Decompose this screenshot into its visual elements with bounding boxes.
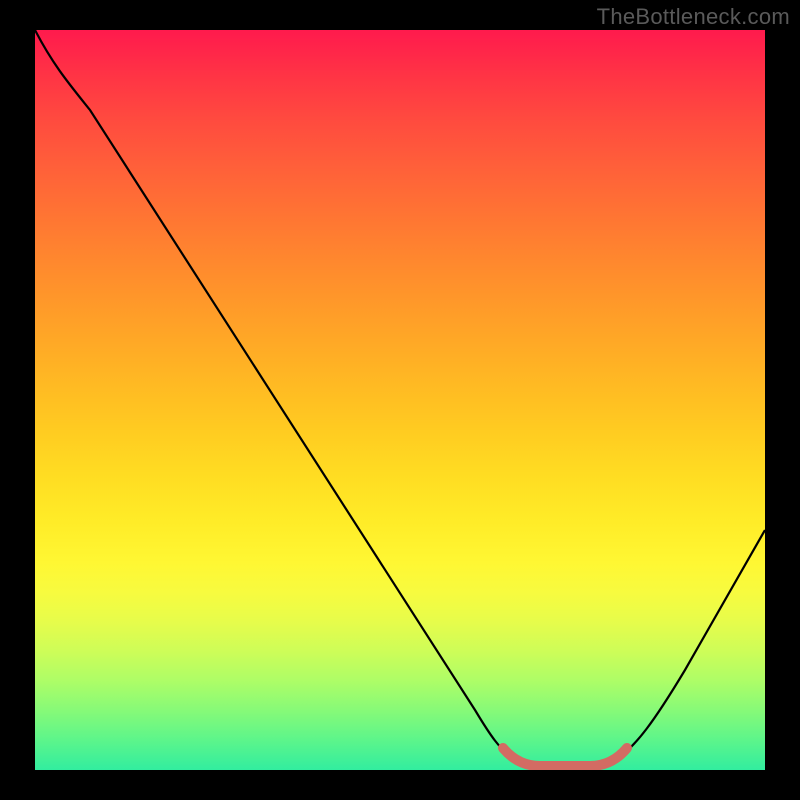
curve-svg: [35, 30, 765, 770]
watermark-text: TheBottleneck.com: [597, 4, 790, 30]
bottom-tolerance-path: [503, 748, 627, 766]
bottleneck-curve-path: [35, 30, 765, 766]
chart-frame: TheBottleneck.com: [0, 0, 800, 800]
